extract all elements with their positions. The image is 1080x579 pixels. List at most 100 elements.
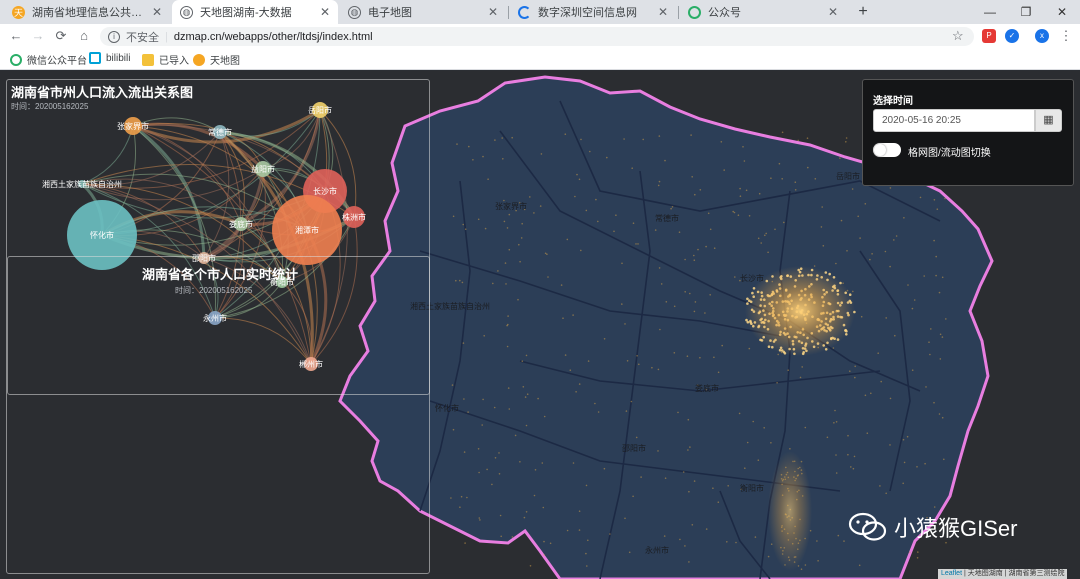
tab-electronic-map[interactable]: ◍ 电子地图 ✕: [340, 0, 506, 24]
address-bar[interactable]: i 不安全 | dzmap.cn/webapps/other/ltdsj/ind…: [100, 27, 974, 46]
density-dot: [615, 214, 617, 216]
density-dot: [846, 250, 848, 252]
density-dot: [521, 360, 524, 363]
reload-icon[interactable]: ⟳: [53, 28, 69, 44]
back-icon[interactable]: ←: [8, 28, 24, 44]
density-dot: [713, 356, 715, 359]
density-dot: [519, 260, 521, 263]
stats-panel-title: 湖南省各个市人口实时统计: [142, 267, 299, 282]
density-dot: [586, 565, 588, 567]
time-input[interactable]: 2020-05-16 20:25: [873, 109, 1035, 132]
bookmark-star-icon[interactable]: ☆: [952, 28, 964, 44]
minimize-button[interactable]: —: [972, 0, 1008, 24]
density-dot: [625, 410, 628, 412]
density-dot: [688, 490, 690, 493]
density-dot: [757, 237, 760, 240]
density-dot: [671, 206, 674, 208]
close-window-button[interactable]: ✕: [1044, 0, 1080, 24]
density-dot: [781, 131, 784, 134]
bookmark-wechat[interactable]: 微信公众平台: [10, 52, 87, 67]
density-dot: [463, 398, 465, 400]
density-dot: [764, 234, 766, 237]
density-dot: [664, 477, 667, 480]
calendar-icon[interactable]: ▦: [1035, 109, 1062, 132]
menu-icon[interactable]: ⋮: [1058, 28, 1074, 44]
toggle-knob[interactable]: [874, 144, 886, 156]
tab-wechat-official[interactable]: 公众号 ✕: [680, 0, 846, 24]
density-dot: [760, 242, 762, 244]
info-icon[interactable]: i: [108, 30, 120, 43]
density-dot: [481, 424, 484, 426]
density-dot: [450, 497, 452, 499]
density-dot: [508, 248, 511, 251]
bookmark-bilibili[interactable]: bilibili: [89, 52, 130, 64]
density-dot: [468, 145, 470, 148]
density-dot: [506, 345, 509, 348]
density-dot: [860, 315, 863, 318]
close-tab-icon[interactable]: ✕: [152, 5, 162, 19]
density-dot: [820, 226, 823, 228]
tab-tianditu-bigdata[interactable]: ◍ 天地图湖南-大数据 ✕: [172, 0, 338, 24]
density-dot: [889, 187, 892, 189]
density-dot: [801, 366, 803, 368]
density-dot: [833, 422, 835, 424]
home-icon[interactable]: ⌂: [76, 28, 92, 44]
density-dot: [870, 392, 872, 395]
leaflet-link[interactable]: Leaflet: [941, 570, 962, 577]
density-dot: [494, 457, 497, 459]
tab-separator: [678, 6, 679, 19]
extension-icon[interactable]: ✓: [1005, 29, 1019, 43]
density-dot: [632, 222, 635, 224]
density-dot: [864, 394, 867, 397]
density-dot: [585, 484, 588, 487]
tab-separator: [508, 6, 509, 19]
density-dot: [658, 135, 661, 137]
density-dot: [800, 568, 803, 570]
density-dot: [933, 401, 935, 404]
density-dot: [799, 376, 802, 379]
density-dot: [859, 237, 861, 239]
density-dot: [687, 418, 690, 421]
close-tab-icon[interactable]: ✕: [658, 5, 668, 19]
new-tab-button[interactable]: +: [853, 2, 873, 22]
density-dot: [866, 432, 869, 435]
density-dot: [572, 462, 575, 464]
density-dot: [902, 438, 905, 441]
forward-icon[interactable]: →: [30, 28, 46, 44]
density-dot: [464, 542, 466, 544]
profile-avatar[interactable]: x: [1035, 29, 1049, 43]
restore-button[interactable]: ❐: [1008, 0, 1044, 24]
tab-hunan-gis[interactable]: 天 湖南省地理信息公共服务平台 天 ✕: [4, 0, 170, 24]
close-tab-icon[interactable]: ✕: [320, 5, 330, 19]
density-dot: [939, 358, 942, 360]
tianditu-icon: [193, 53, 205, 66]
density-dot: [941, 336, 944, 338]
density-dot: [902, 482, 904, 485]
density-dot: [699, 356, 701, 359]
density-dot: [657, 184, 660, 187]
density-dot: [482, 398, 484, 401]
density-dot: [505, 283, 507, 285]
density-dot: [654, 229, 657, 231]
close-tab-icon[interactable]: ✕: [488, 5, 498, 19]
extension-icon[interactable]: P: [982, 29, 996, 43]
close-tab-icon[interactable]: ✕: [828, 5, 838, 19]
bookmark-imported[interactable]: 已导入: [142, 52, 189, 67]
density-dot: [789, 448, 791, 450]
density-dot: [543, 554, 545, 556]
tab-shenzhen-spatial[interactable]: 数字深圳空间信息网 ✕: [510, 0, 676, 24]
density-dot: [460, 495, 463, 498]
bilibili-icon: [89, 52, 101, 64]
bookmark-tianditu[interactable]: 天地图: [193, 52, 240, 67]
density-dot: [745, 189, 748, 192]
density-dot: [938, 291, 941, 294]
density-dot: [493, 406, 496, 409]
density-dot: [657, 450, 659, 452]
density-dot: [520, 237, 523, 239]
density-dot: [461, 281, 464, 284]
grid-flow-toggle[interactable]: [873, 143, 901, 157]
density-dot: [744, 467, 746, 470]
density-dot: [709, 294, 711, 296]
density-dot: [693, 480, 696, 482]
density-dot: [569, 369, 572, 372]
